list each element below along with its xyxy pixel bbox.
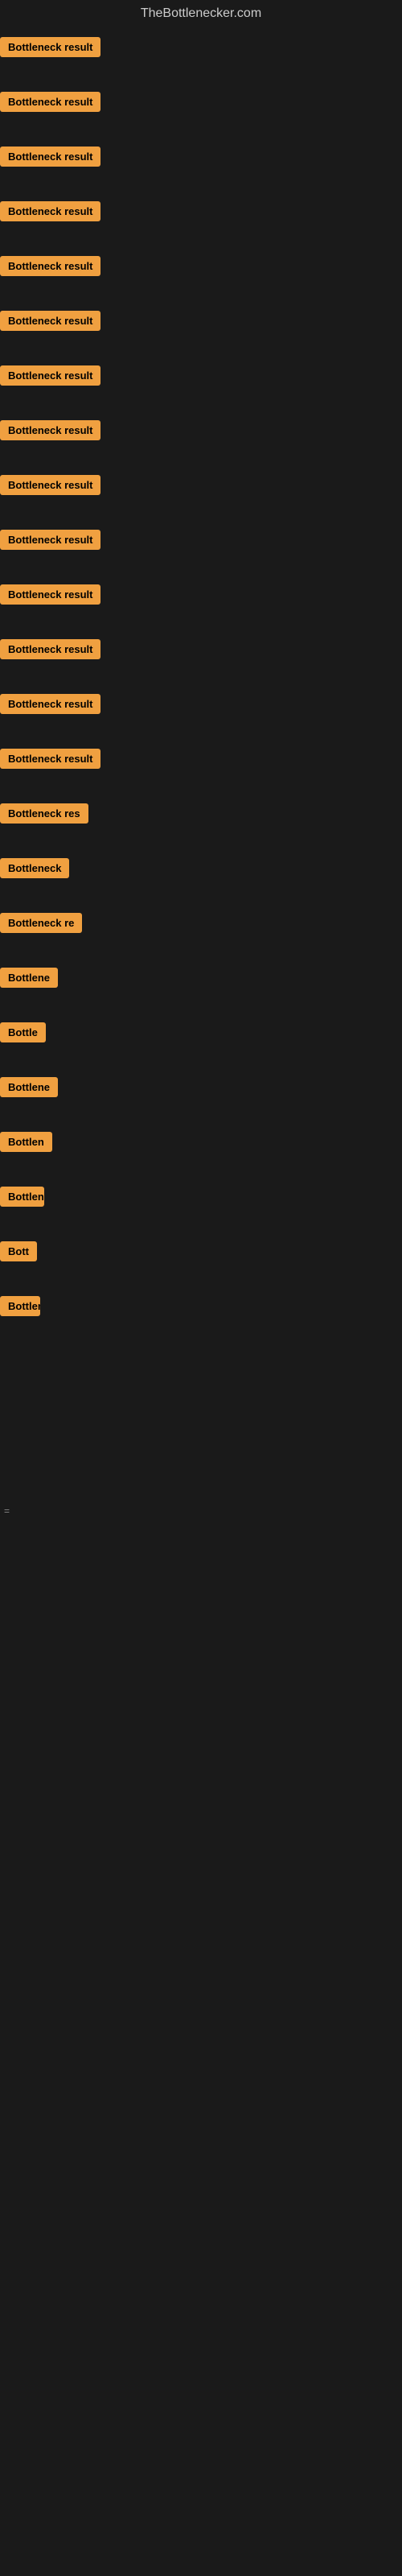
bottleneck-badge[interactable]: Bottleneck result [0, 147, 100, 167]
bottleneck-badge[interactable]: Bottleneck result [0, 584, 100, 605]
list-item: Bottlene [0, 961, 402, 1016]
list-item: Bottleneck result [0, 359, 402, 414]
list-item: Bottleneck result [0, 633, 402, 687]
list-item: Bottleneck result [0, 31, 402, 85]
list-item: Bottleneck result [0, 250, 402, 304]
list-item: Bottleneck result [0, 742, 402, 797]
bottleneck-badge[interactable]: Bott [0, 1241, 37, 1261]
list-item: Bottleneck [0, 852, 402, 906]
bottleneck-badge[interactable]: Bottleneck result [0, 365, 100, 386]
bottleneck-badge[interactable]: Bottleneck result [0, 92, 100, 112]
bottleneck-badge[interactable]: Bottleneck result [0, 749, 100, 769]
bottom-marker: = [0, 1505, 402, 1517]
bottleneck-badge[interactable]: Bottleneck [0, 858, 69, 878]
list-item: Bottleneck re [0, 906, 402, 961]
bottleneck-badge[interactable]: Bottlene [0, 1296, 40, 1316]
bottleneck-badge[interactable]: Bottlene [0, 1077, 58, 1097]
bottleneck-badge[interactable]: Bottleneck result [0, 530, 100, 550]
list-item: Bottle [0, 1016, 402, 1071]
bottleneck-badge[interactable]: Bottleneck result [0, 37, 100, 57]
bottleneck-badge[interactable]: Bottleneck result [0, 639, 100, 659]
list-item: Bottleneck result [0, 304, 402, 359]
list-item: Bottlene [0, 1290, 402, 1344]
list-item: Bottleneck result [0, 469, 402, 523]
bottleneck-badge[interactable]: Bottleneck result [0, 311, 100, 331]
bottleneck-badge[interactable]: Bottleneck [0, 1187, 44, 1207]
list-item: Bottleneck result [0, 140, 402, 195]
bottleneck-badge[interactable]: Bottle [0, 1022, 46, 1042]
list-item: Bottleneck result [0, 578, 402, 633]
bottleneck-badge[interactable]: Bottleneck result [0, 694, 100, 714]
bottleneck-badge[interactable]: Bottleneck re [0, 913, 82, 933]
list-item: Bottleneck result [0, 85, 402, 140]
list-item: Bottlen [0, 1125, 402, 1180]
list-item: Bottleneck result [0, 523, 402, 578]
list-item: Bott [0, 1235, 402, 1290]
bottleneck-badge[interactable]: Bottleneck result [0, 475, 100, 495]
bottleneck-badge[interactable]: Bottlene [0, 968, 58, 988]
bottleneck-badge[interactable]: Bottleneck result [0, 420, 100, 440]
list-item: Bottlene [0, 1071, 402, 1125]
list-item: Bottleneck [0, 1180, 402, 1235]
bottleneck-badge[interactable]: Bottleneck result [0, 201, 100, 221]
list-item: Bottleneck result [0, 414, 402, 469]
list-item: Bottleneck res [0, 797, 402, 852]
list-item: Bottleneck result [0, 687, 402, 742]
list-item: Bottleneck result [0, 195, 402, 250]
site-title: TheBottlenecker.com [0, 0, 402, 31]
bottleneck-badge[interactable]: Bottlen [0, 1132, 52, 1152]
bottleneck-badge[interactable]: Bottleneck result [0, 256, 100, 276]
bottleneck-badge[interactable]: Bottleneck res [0, 803, 88, 824]
